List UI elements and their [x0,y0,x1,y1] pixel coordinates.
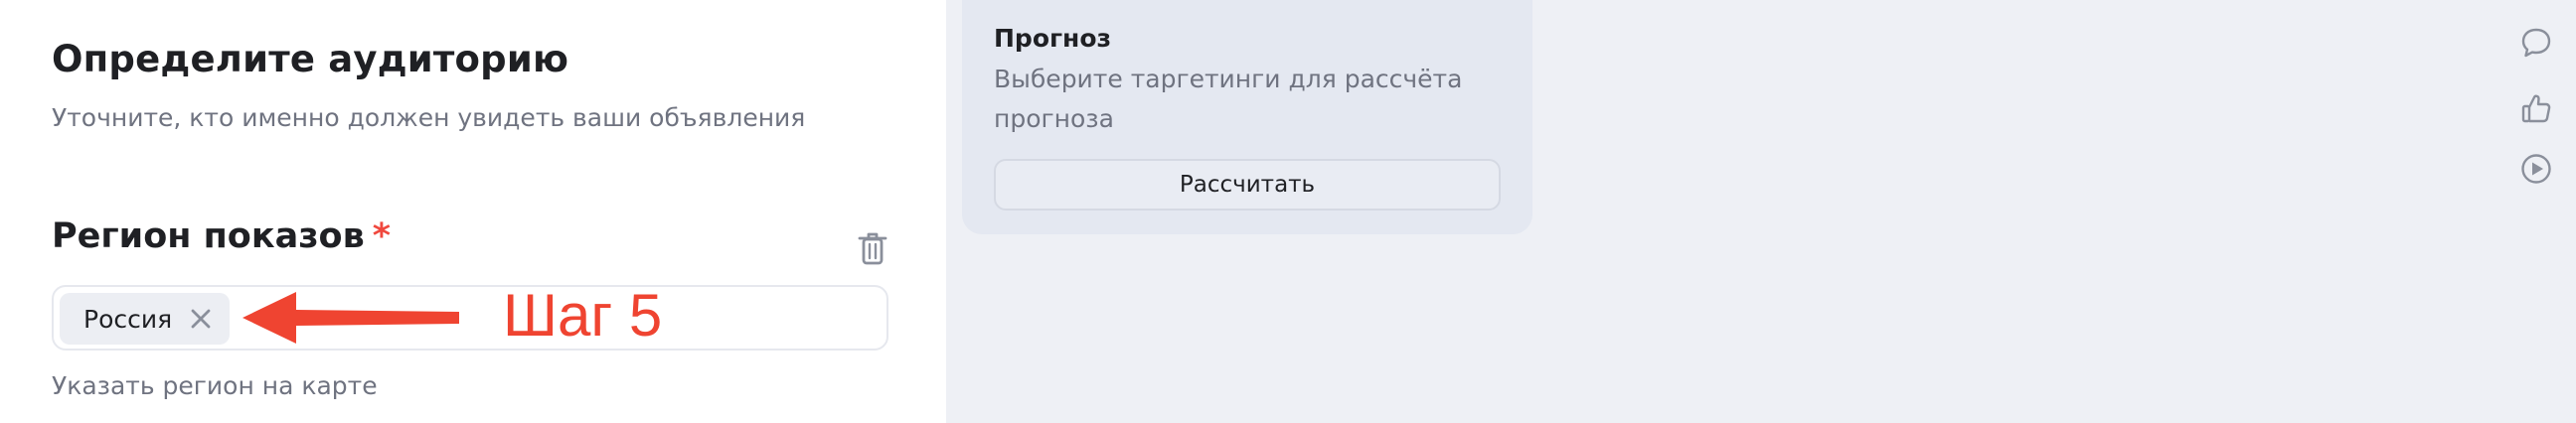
region-title: Регион показов * [52,216,391,256]
audience-subtitle: Уточните, кто именно должен увидеть ваши… [52,103,806,132]
thumbs-up-icon[interactable] [2519,91,2553,125]
region-field[interactable]: Россия [52,285,888,351]
audience-title: Определите аудиторию [52,38,569,80]
annotation-arrow-icon [242,292,459,344]
forecast-description: Выберите таргетинги для рассчёта прогноз… [994,65,1463,133]
calculate-button[interactable]: Рассчитать [994,159,1501,211]
page: Определите аудиторию Уточните, кто именн… [0,0,2576,423]
forecast-card: Прогноз Выберите таргетинги для рассчёта… [962,0,1532,234]
map-region-link[interactable]: Указать регион на карте [52,371,378,400]
annotation-step-label: Шаг 5 [503,282,663,349]
region-chip[interactable]: Россия [60,293,231,345]
region-chip-label: Россия [83,304,173,334]
trash-icon[interactable] [855,228,890,268]
play-icon[interactable] [2519,152,2553,186]
audience-panel: Определите аудиторию Уточните, кто именн… [0,0,946,423]
forecast-title: Прогноз [994,24,1112,53]
close-icon[interactable] [190,308,212,330]
region-title-label: Регион показов [52,216,365,256]
required-star: * [372,216,392,256]
comment-icon[interactable] [2519,26,2553,60]
